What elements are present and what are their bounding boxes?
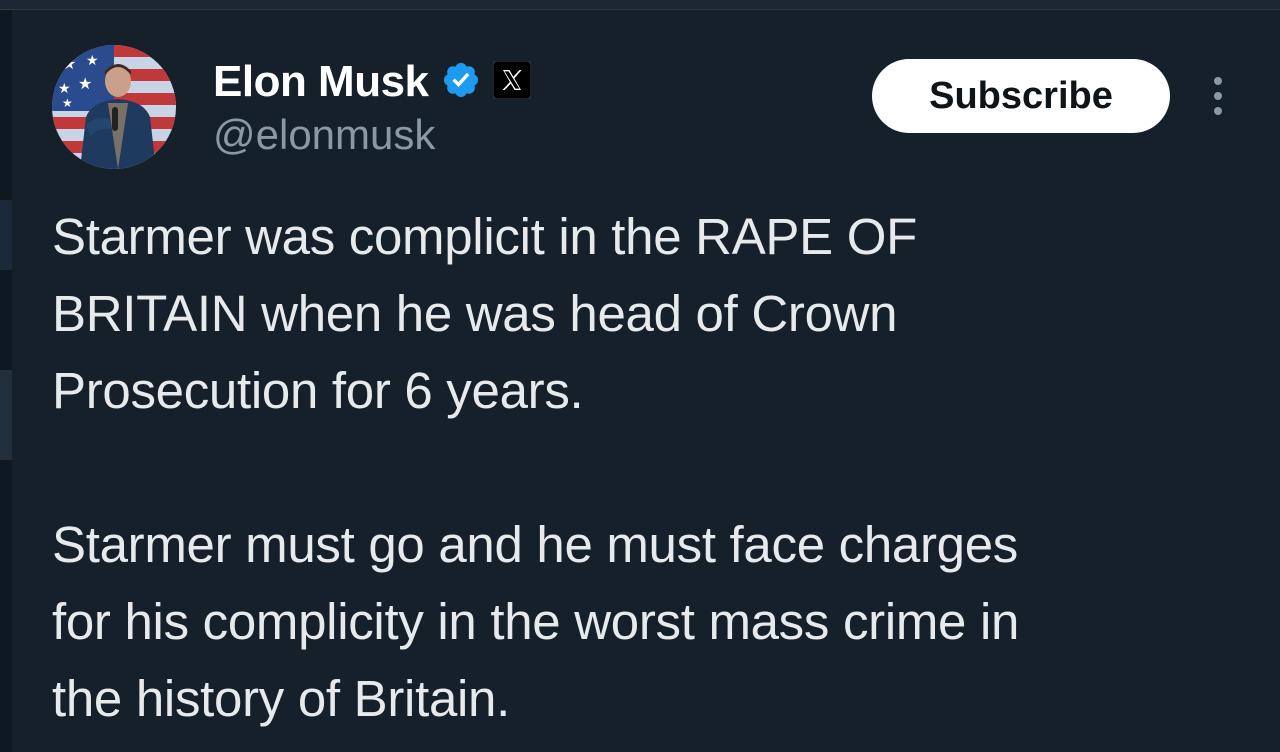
svg-text:★: ★ [58,81,71,97]
svg-text:★: ★ [62,96,73,110]
display-name[interactable]: Elon Musk [213,56,429,108]
tweet-paragraph: Starmer must go and he must face charges… [52,516,1020,727]
svg-text:★: ★ [86,53,99,69]
screenshot-frame: ★ ★ ★ ★ ★ Elon Musk @elonmusk Subscribe … [0,0,1280,752]
subscribe-button[interactable]: Subscribe [872,59,1170,133]
more-vertical-icon[interactable] [1206,74,1230,118]
verified-badge-icon[interactable] [441,60,481,105]
svg-text:★: ★ [78,74,92,93]
tweet-paragraph: Starmer was complicit in the RAPE OF BRI… [52,208,917,419]
svg-text:★: ★ [62,54,76,73]
left-edge-block [0,370,12,460]
author-handle[interactable]: @elonmusk [213,110,435,160]
top-divider [0,0,1280,10]
x-logo-icon[interactable] [492,60,532,104]
avatar-image: ★ ★ ★ ★ ★ [52,45,176,169]
tweet-text: Starmer was complicit in the RAPE OF BRI… [52,198,1262,737]
left-edge-block [0,200,12,270]
left-edge-strip [0,10,12,752]
tweet-card: ★ ★ ★ ★ ★ Elon Musk @elonmusk Subscribe … [12,10,1280,752]
author-name-row: Elon Musk [213,56,532,108]
avatar[interactable]: ★ ★ ★ ★ ★ [52,45,176,169]
